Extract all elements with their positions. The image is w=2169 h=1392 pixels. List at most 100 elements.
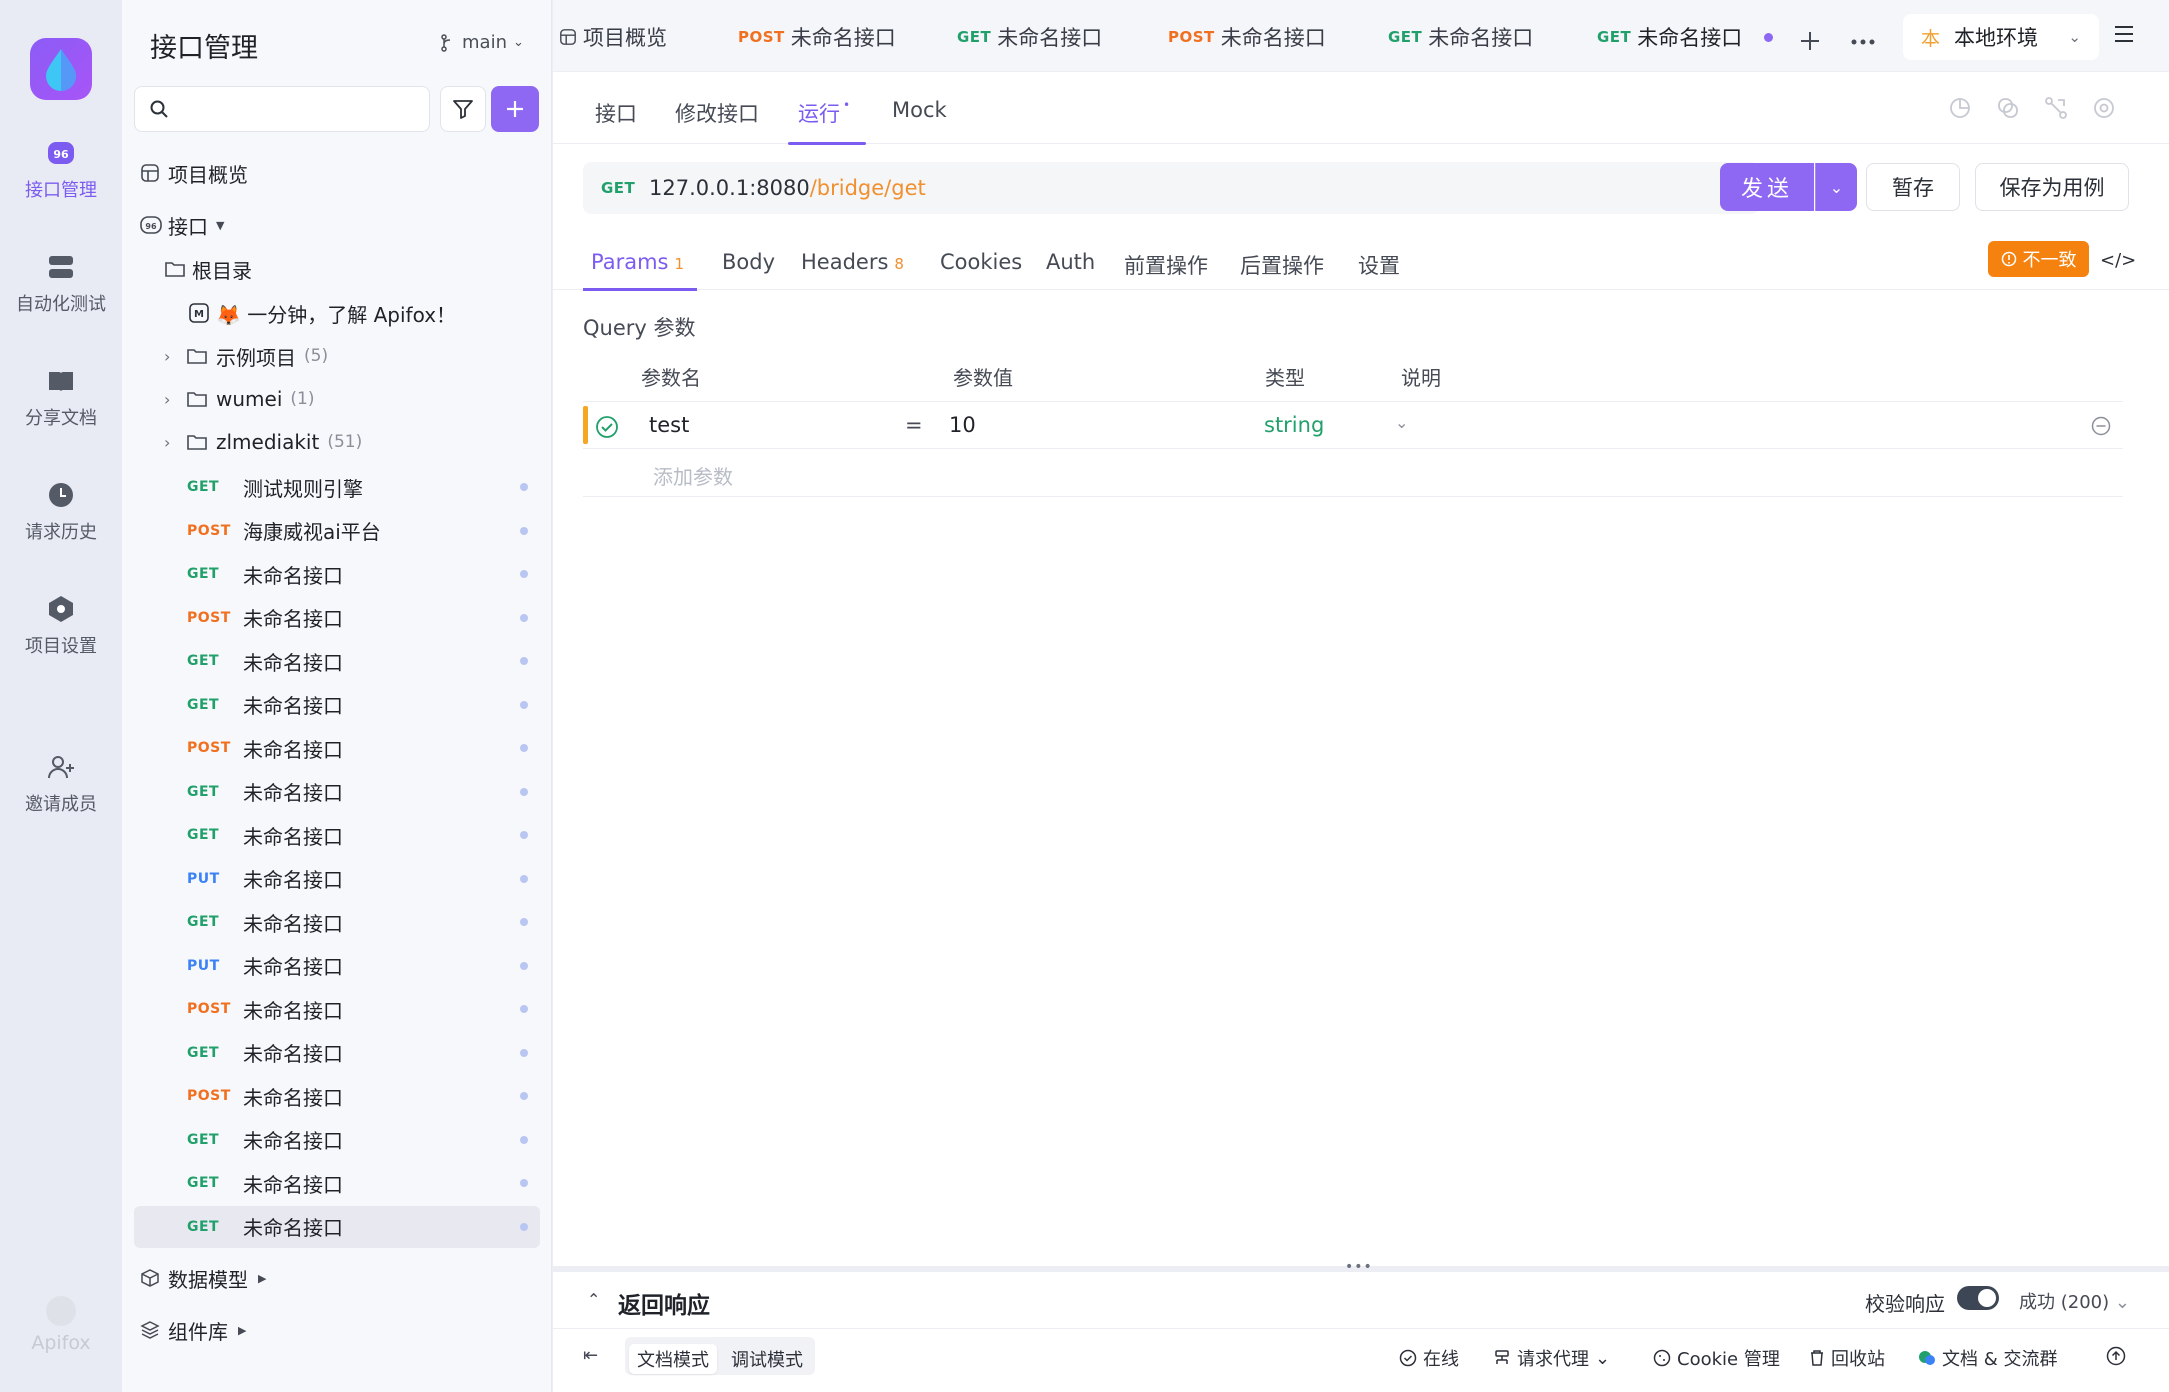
tab-settings[interactable]: 设置 — [1358, 250, 1400, 280]
sidebar-api-item[interactable]: GET 未命名接口 — [122, 640, 551, 682]
param-value[interactable]: 10 — [949, 413, 976, 437]
tab-params[interactable]: Params 1 — [591, 250, 684, 274]
remove-row-icon[interactable] — [2091, 416, 2111, 436]
sidebar-folder[interactable]: › wumei (1) — [122, 378, 551, 420]
method-badge: GET — [187, 1175, 220, 1191]
sidebar-item-overview[interactable]: 项目概览 — [122, 152, 551, 194]
sidebar-folder[interactable]: › 示例项目 (5) — [122, 335, 551, 377]
sidebar-folder[interactable]: › zlmediakit (51) — [122, 421, 551, 463]
chevron-down-icon[interactable]: ⌄ — [1395, 413, 1408, 432]
api-name: 未命名接口 — [243, 650, 343, 675]
more-icon[interactable] — [1851, 38, 1875, 46]
sidebar-item-intro-doc[interactable]: M 🦊 一分钟，了解 Apifox！ — [122, 292, 551, 334]
tab-post-actions[interactable]: 后置操作 — [1240, 250, 1324, 280]
response-title[interactable]: 返回响应 — [618, 1286, 710, 1320]
apifox-logo[interactable] — [30, 38, 92, 100]
tab-pre-actions[interactable]: 前置操作 — [1124, 250, 1208, 280]
response-status[interactable]: 成功 (200) ⌄ — [2019, 1288, 2130, 1314]
subtab-mock[interactable]: Mock — [892, 98, 947, 122]
tab-api[interactable]: POST 未命名接口 — [1168, 22, 1326, 52]
tab-api[interactable]: POST 未命名接口 — [738, 22, 896, 52]
tab-cookies[interactable]: Cookies — [940, 250, 1022, 274]
sidebar-api-item[interactable]: GET 未命名接口 — [122, 553, 551, 595]
sidebar-api-item[interactable]: POST 未命名接口 — [122, 597, 551, 639]
share-icon[interactable] — [2044, 96, 2068, 120]
code-icon[interactable]: </> — [2100, 250, 2136, 271]
save-as-case-button[interactable]: 保存为用例 — [1975, 163, 2129, 211]
sidebar-api-item[interactable]: GET 未命名接口 — [122, 1162, 551, 1204]
api-name: 海康威视ai平台 — [243, 520, 381, 544]
hamburger-menu-icon[interactable] — [2113, 24, 2135, 44]
filter-button[interactable] — [440, 86, 486, 132]
settings-icon[interactable] — [2092, 96, 2116, 120]
tab-api-active[interactable]: GET 未命名接口 — [1597, 22, 1774, 52]
sidebar-api-item[interactable]: GET 未命名接口 — [122, 901, 551, 943]
sidebar-api-item[interactable]: GET 未命名接口 — [134, 1205, 540, 1248]
environment-selector[interactable]: 本 本地环境 ⌄ — [1903, 14, 2099, 60]
mismatch-badge[interactable]: 不一致 — [1988, 241, 2089, 277]
debug-mode-button[interactable]: 调试模式 — [723, 1344, 811, 1374]
new-tab-plus-icon[interactable] — [1799, 30, 1821, 52]
request-proxy-menu[interactable]: 请求代理 ⌄ — [1493, 1345, 1610, 1371]
sidebar-api-item[interactable]: GET 未命名接口 — [122, 684, 551, 726]
online-status[interactable]: 在线 — [1399, 1345, 1459, 1371]
add-param-row[interactable]: 添加参数 — [583, 449, 2123, 497]
rail-request-history[interactable]: 请求历史 — [0, 480, 122, 544]
markdown-doc-icon: M — [189, 303, 209, 323]
doc-mode-button[interactable]: 文档模式 — [629, 1344, 717, 1374]
search-input[interactable] — [179, 95, 419, 123]
send-button[interactable]: 发送 — [1720, 163, 1814, 211]
tab-headers[interactable]: Headers 8 — [801, 250, 904, 274]
rail-automation-test[interactable]: 自动化测试 — [0, 252, 122, 316]
sidebar-item-components[interactable]: 组件库 ▶ — [122, 1309, 551, 1351]
sidebar-item-apis[interactable]: 96 接口 ▼ — [122, 204, 551, 246]
sidebar-item-data-model[interactable]: 数据模型 ▶ — [122, 1257, 551, 1299]
sidebar-api-item[interactable]: GET 未命名接口 — [122, 771, 551, 813]
param-name[interactable]: test — [649, 413, 689, 437]
save-temp-button[interactable]: 暂存 — [1866, 163, 1960, 211]
search-box[interactable] — [134, 86, 430, 132]
branch-selector[interactable]: main ⌄ — [440, 32, 524, 53]
sidebar-api-item[interactable]: POST 未命名接口 — [122, 1075, 551, 1117]
subtab-run[interactable]: 运行 • — [798, 98, 850, 128]
cookie-manager[interactable]: Cookie 管理 — [1653, 1345, 1780, 1371]
tab-api[interactable]: GET 未命名接口 — [1388, 22, 1533, 52]
tab-project-overview[interactable]: 项目概览 — [559, 22, 667, 52]
validate-toggle[interactable] — [1957, 1286, 1999, 1310]
sidebar-api-item[interactable]: GET 未命名接口 — [122, 1032, 551, 1074]
chevron-up-icon[interactable]: ⌃ — [587, 1290, 600, 1309]
param-type[interactable]: string — [1264, 413, 1324, 437]
sidebar-api-item[interactable]: POST 未命名接口 — [122, 727, 551, 769]
tab-body[interactable]: Body — [722, 250, 775, 274]
docs-community[interactable]: 文档 & 交流群 — [1918, 1345, 2057, 1371]
tab-api[interactable]: GET 未命名接口 — [957, 22, 1102, 52]
sidebar-api-item[interactable]: POST 海康威视ai平台 — [122, 510, 551, 552]
rail-api-management[interactable]: 96 接口管理 — [0, 138, 122, 202]
tab-auth[interactable]: Auth — [1046, 250, 1095, 274]
rail-share-docs[interactable]: 分享文档 — [0, 366, 122, 430]
sidebar-api-item[interactable]: POST 未命名接口 — [122, 988, 551, 1030]
enabled-check-icon[interactable] — [595, 415, 619, 439]
sidebar-api-item[interactable]: GET 未命名接口 — [122, 1119, 551, 1161]
rail-invite-member[interactable]: 邀请成员 — [0, 752, 122, 816]
sidebar-api-item[interactable]: GET 测试规则引擎 — [122, 466, 551, 508]
collapse-sidebar-icon[interactable]: ⇤ — [583, 1345, 598, 1366]
rail-project-settings[interactable]: 项目设置 — [0, 594, 122, 658]
sidebar-item-root[interactable]: 根目录 — [122, 248, 551, 290]
sidebar-api-item[interactable]: PUT 未命名接口 — [122, 858, 551, 900]
subtab-edit-api[interactable]: 修改接口 — [675, 98, 759, 128]
chart-icon[interactable] — [1948, 96, 1972, 120]
request-method[interactable]: GET — [601, 179, 649, 197]
url-bar[interactable]: GET 127.0.0.1:8080/bridge/get — [583, 162, 1759, 214]
tab-badge: 8 — [894, 255, 904, 273]
add-param-placeholder[interactable]: 添加参数 — [653, 461, 733, 490]
sidebar-api-item[interactable]: GET 未命名接口 — [122, 814, 551, 856]
copy-icon[interactable] — [1996, 96, 2020, 120]
sidebar-api-item[interactable]: PUT 未命名接口 — [122, 945, 551, 987]
upgrade-arrow-icon[interactable] — [2106, 1346, 2126, 1366]
subtab-api[interactable]: 接口 — [595, 98, 637, 128]
send-dropdown-button[interactable]: ⌄ — [1815, 163, 1857, 211]
tab-label: 项目概览 — [583, 26, 667, 50]
trash-bin[interactable]: 回收站 — [1809, 1345, 1885, 1371]
add-button[interactable] — [491, 86, 539, 132]
